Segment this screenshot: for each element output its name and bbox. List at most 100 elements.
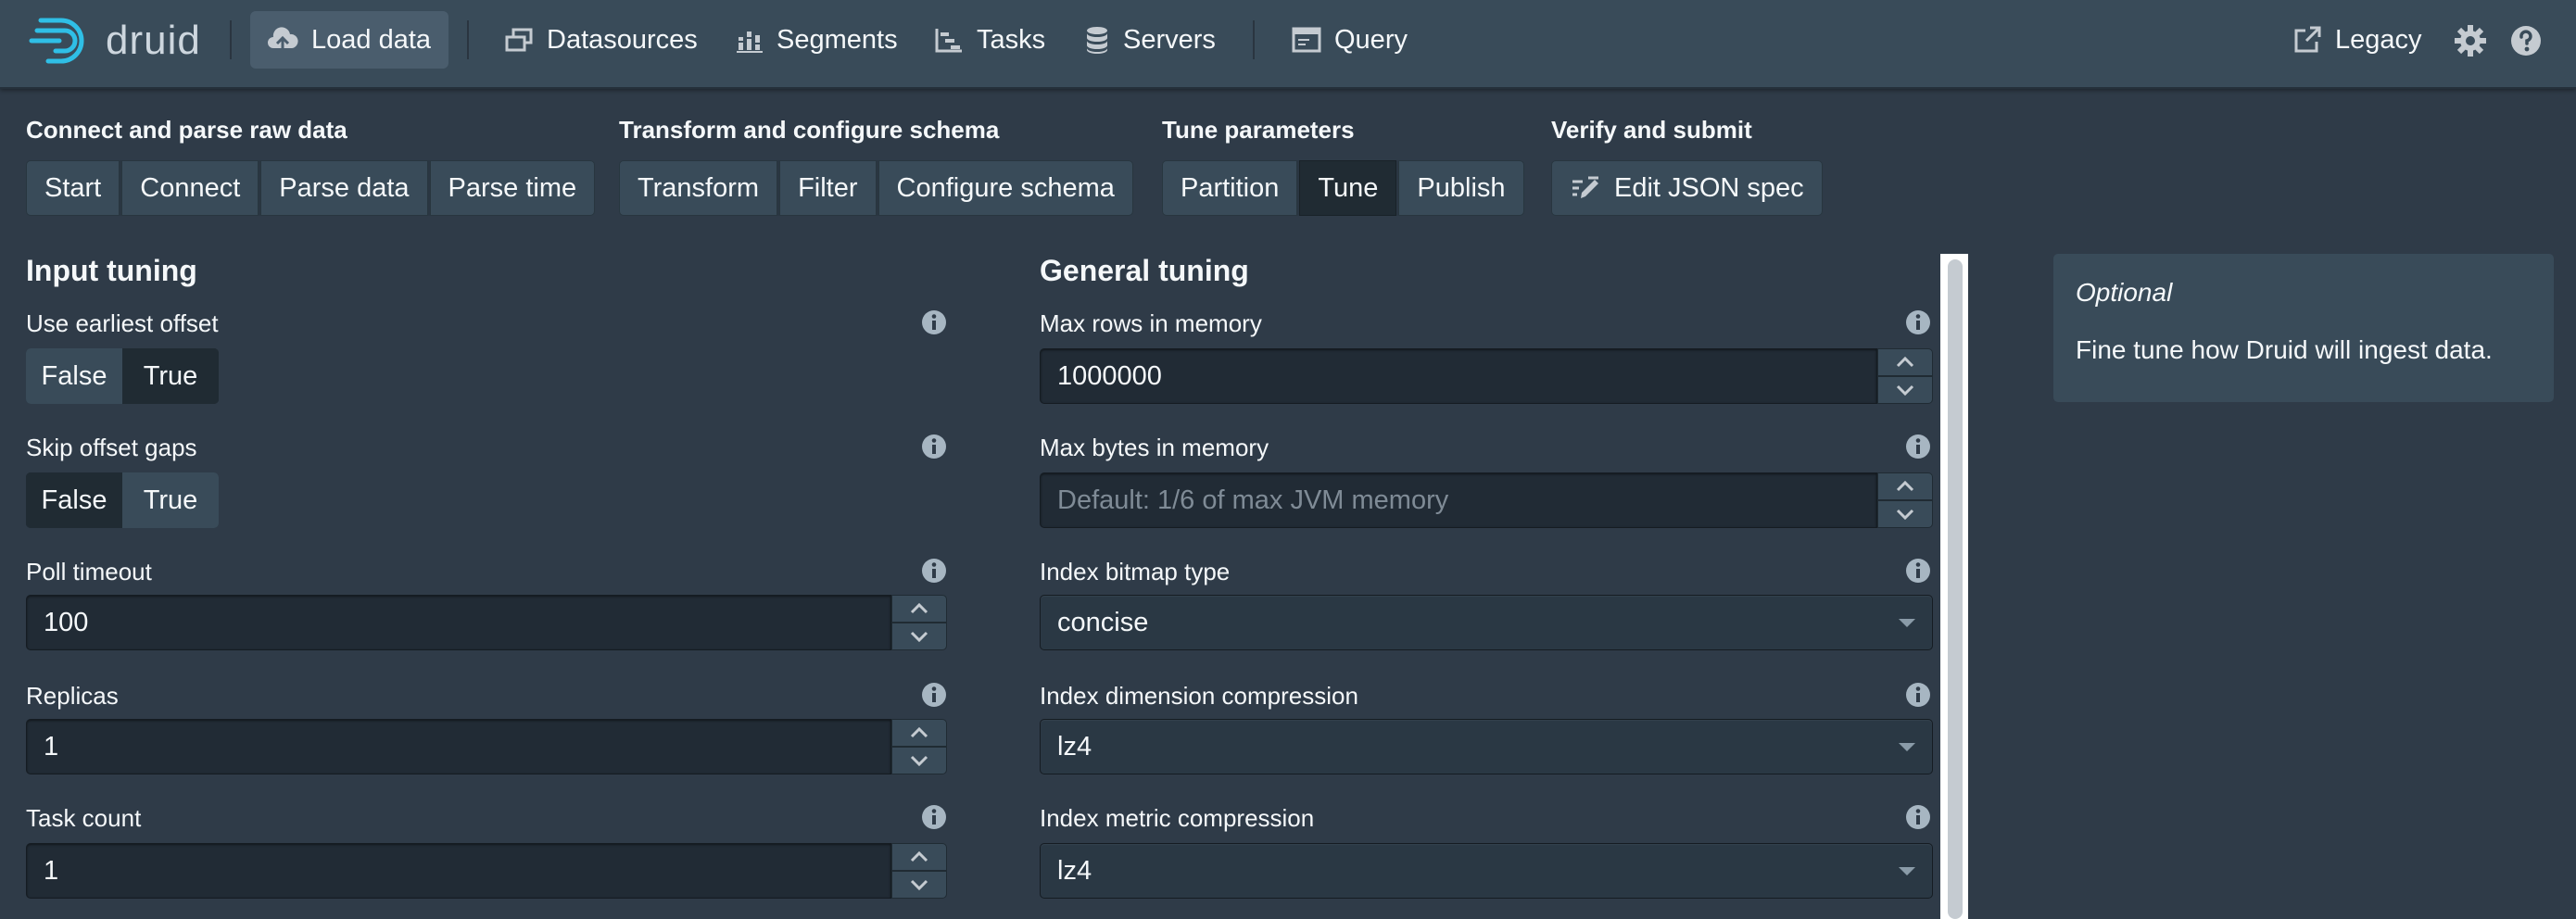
scrollbar-thumb[interactable] bbox=[1948, 259, 1963, 919]
general-tuning-title: General tuning bbox=[1040, 254, 1249, 287]
info-sign-icon[interactable] bbox=[921, 682, 947, 708]
skip-offset-gaps-false-button[interactable]: False bbox=[26, 472, 122, 528]
increment-button[interactable] bbox=[891, 595, 947, 623]
step-group-title: Verify and submit bbox=[1551, 116, 1752, 144]
druid-logo[interactable]: druid bbox=[28, 15, 201, 67]
step-transform-button[interactable]: Transform bbox=[619, 160, 780, 216]
increment-button[interactable] bbox=[1877, 348, 1933, 376]
info-sign-icon[interactable] bbox=[921, 434, 947, 460]
step-group-connect: Connect and parse raw data Start Connect… bbox=[26, 116, 596, 216]
edit-json-spec-button[interactable]: Edit JSON spec bbox=[1551, 160, 1823, 216]
index-metric-compression-select[interactable]: lz4 bbox=[1040, 843, 1933, 899]
nav-tasks[interactable]: Tasks bbox=[934, 11, 1045, 69]
nav-divider bbox=[230, 20, 232, 59]
nav-query[interactable]: Query bbox=[1292, 11, 1408, 69]
task-count-stepper bbox=[891, 843, 947, 899]
replicas-numeric-input: 1 bbox=[26, 719, 947, 774]
poll-timeout-input[interactable]: 100 bbox=[26, 595, 891, 650]
chevron-up-icon bbox=[910, 603, 928, 614]
step-buttons: Edit JSON spec bbox=[1551, 160, 1823, 216]
gantt-chart-icon bbox=[935, 29, 962, 53]
decrement-button[interactable] bbox=[1877, 376, 1933, 404]
nav-legacy-label: Legacy bbox=[2335, 24, 2422, 55]
info-sign-icon[interactable] bbox=[921, 804, 947, 830]
skip-offset-gaps-true-button[interactable]: True bbox=[122, 472, 219, 528]
max-rows-in-memory-input[interactable]: 1000000 bbox=[1040, 348, 1877, 404]
caret-down-icon bbox=[1899, 743, 1915, 751]
increment-button[interactable] bbox=[1877, 472, 1933, 500]
increment-button[interactable] bbox=[891, 843, 947, 871]
multi-window-icon bbox=[505, 28, 533, 52]
edit-settings-icon bbox=[1572, 176, 1598, 198]
use-earliest-offset-false-button[interactable]: False bbox=[26, 348, 122, 404]
step-configure-schema-button[interactable]: Configure schema bbox=[878, 160, 1133, 216]
task-count-input[interactable]: 1 bbox=[26, 843, 891, 899]
index-bitmap-type-label: Index bitmap type bbox=[1040, 558, 1231, 585]
nav-divider bbox=[467, 20, 469, 59]
step-tune-button[interactable]: Tune bbox=[1299, 160, 1399, 216]
nav-load-data-label: Load data bbox=[311, 24, 432, 55]
replicas-label: Replicas bbox=[26, 682, 119, 710]
nav-datasources[interactable]: Datasources bbox=[504, 11, 698, 69]
step-buttons: Transform Filter Configure schema bbox=[619, 160, 1133, 216]
decrement-button[interactable] bbox=[891, 623, 947, 650]
use-earliest-offset-label: Use earliest offset bbox=[26, 309, 219, 337]
increment-button[interactable] bbox=[891, 719, 947, 747]
step-group-title: Tune parameters bbox=[1162, 116, 1355, 144]
step-start-button[interactable]: Start bbox=[26, 160, 122, 216]
nav-segments[interactable]: Segments bbox=[736, 11, 898, 69]
index-dimension-compression-label: Index dimension compression bbox=[1040, 682, 1358, 710]
settings-button[interactable] bbox=[2452, 22, 2489, 59]
info-sign-icon[interactable] bbox=[1905, 682, 1931, 708]
max-bytes-numeric-input: Default: 1/6 of max JVM memory bbox=[1040, 472, 1933, 528]
index-dimension-compression-value: lz4 bbox=[1057, 731, 1092, 762]
nav-legacy[interactable]: Legacy bbox=[2292, 11, 2422, 69]
chevron-down-icon bbox=[1896, 509, 1914, 520]
max-rows-numeric-input: 1000000 bbox=[1040, 348, 1933, 404]
caret-down-icon bbox=[1899, 619, 1915, 627]
max-rows-stepper bbox=[1877, 348, 1933, 404]
callout-title: Optional bbox=[2076, 278, 2173, 307]
step-parse-data-button[interactable]: Parse data bbox=[260, 160, 430, 216]
step-connect-button[interactable]: Connect bbox=[121, 160, 261, 216]
druid-logo-icon bbox=[29, 18, 84, 64]
max-bytes-stepper bbox=[1877, 472, 1933, 528]
decrement-button[interactable] bbox=[891, 871, 947, 899]
step-publish-button[interactable]: Publish bbox=[1398, 160, 1524, 216]
help-icon bbox=[2511, 26, 2541, 56]
step-buttons: Start Connect Parse data Parse time bbox=[26, 160, 596, 216]
info-sign-icon[interactable] bbox=[1905, 558, 1931, 584]
use-earliest-offset-true-button[interactable]: True bbox=[122, 348, 219, 404]
decrement-button[interactable] bbox=[1877, 500, 1933, 528]
callout-body: Fine tune how Druid will ingest data. bbox=[2076, 335, 2493, 364]
decrement-button[interactable] bbox=[891, 747, 947, 774]
info-sign-icon[interactable] bbox=[921, 309, 947, 335]
use-earliest-offset-toggle: False True bbox=[26, 348, 219, 404]
share-icon bbox=[2294, 26, 2321, 53]
index-metric-compression-value: lz4 bbox=[1057, 855, 1092, 886]
max-bytes-in-memory-input[interactable]: Default: 1/6 of max JVM memory bbox=[1040, 472, 1877, 528]
skip-offset-gaps-label: Skip offset gaps bbox=[26, 434, 197, 461]
info-sign-icon[interactable] bbox=[1905, 434, 1931, 460]
nav-servers[interactable]: Servers bbox=[1084, 11, 1216, 69]
step-partition-button[interactable]: Partition bbox=[1162, 160, 1300, 216]
info-sign-icon[interactable] bbox=[1905, 309, 1931, 335]
info-sign-icon[interactable] bbox=[1905, 804, 1931, 830]
step-buttons: Partition Tune Publish bbox=[1162, 160, 1524, 216]
poll-timeout-numeric-input: 100 bbox=[26, 595, 947, 650]
index-bitmap-type-select[interactable]: concise bbox=[1040, 595, 1933, 650]
step-parse-time-button[interactable]: Parse time bbox=[429, 160, 596, 216]
task-count-label: Task count bbox=[26, 804, 142, 832]
info-sign-icon[interactable] bbox=[921, 558, 947, 584]
replicas-stepper bbox=[891, 719, 947, 774]
skip-offset-gaps-toggle: False True bbox=[26, 472, 219, 528]
edit-json-spec-label: Edit JSON spec bbox=[1614, 172, 1804, 203]
step-filter-button[interactable]: Filter bbox=[779, 160, 878, 216]
help-button[interactable] bbox=[2507, 22, 2544, 59]
index-dimension-compression-select[interactable]: lz4 bbox=[1040, 719, 1933, 774]
replicas-input[interactable]: 1 bbox=[26, 719, 891, 774]
nav-load-data[interactable]: Load data bbox=[250, 11, 448, 69]
step-group-title: Transform and configure schema bbox=[619, 116, 1000, 144]
cloud-upload-icon bbox=[268, 27, 298, 52]
index-metric-compression-label: Index metric compression bbox=[1040, 804, 1315, 832]
